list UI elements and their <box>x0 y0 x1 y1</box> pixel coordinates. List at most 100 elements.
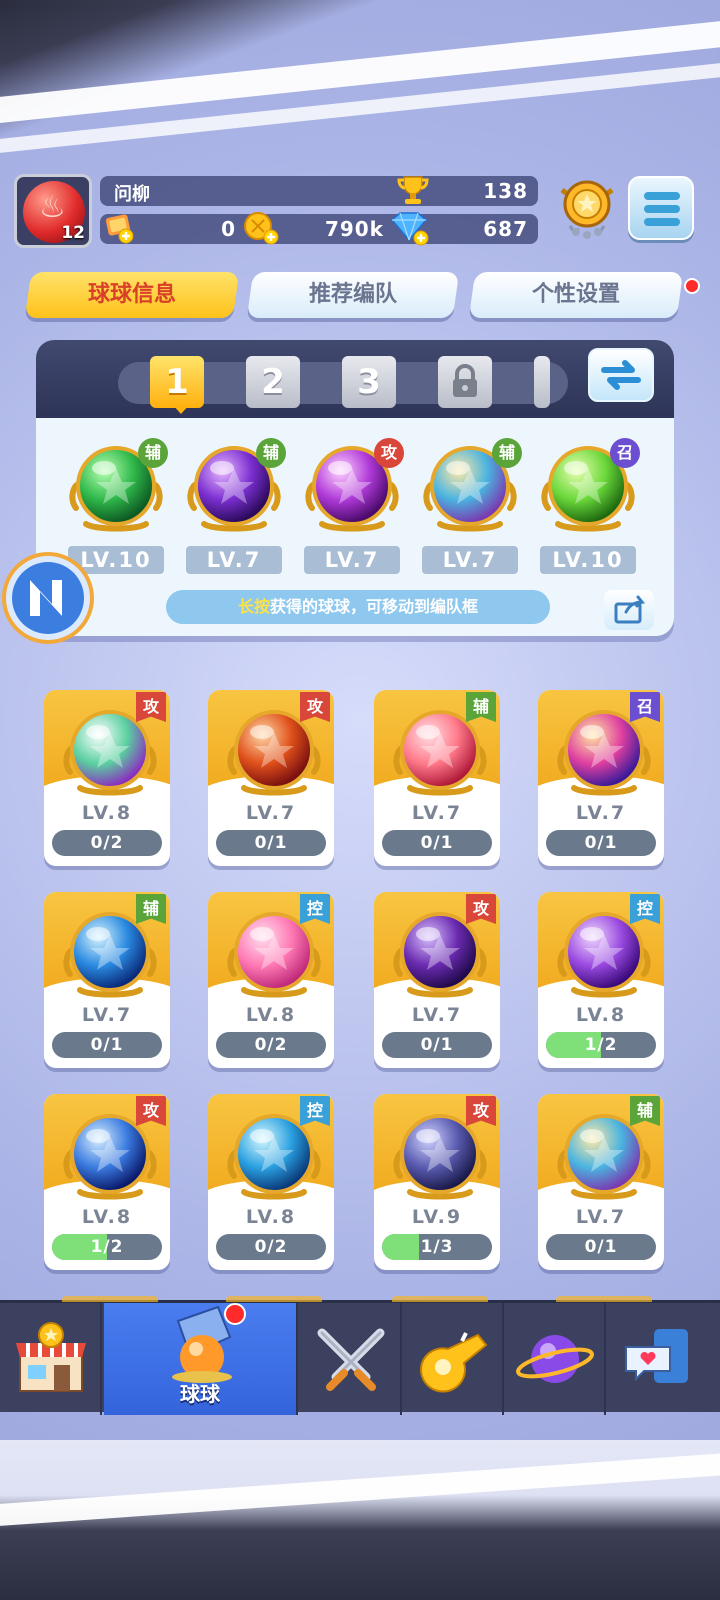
ball-level: LV.8 <box>81 802 133 824</box>
progress-text: 1/2 <box>584 1035 618 1055</box>
team-ball-figures-orb[interactable]: 辅 <box>420 436 522 536</box>
share-icon <box>614 595 646 624</box>
gem-plus-icon[interactable] <box>388 210 430 246</box>
ball-card[interactable]: 辅 LV.7 0/1 <box>374 690 500 866</box>
team-slot-header: 1 2 3 <box>36 340 674 418</box>
nav-shop[interactable] <box>0 1303 102 1415</box>
rank-badge-icon[interactable] <box>556 176 618 242</box>
nav-chat[interactable] <box>606 1303 720 1415</box>
upgrade-progress: 0/2 <box>52 830 162 856</box>
ball-type-tag: 辅 <box>138 438 168 468</box>
planet-icon <box>516 1335 594 1383</box>
player-avatar[interactable]: ♨ 12 <box>14 174 92 248</box>
nav-battle[interactable] <box>300 1303 402 1415</box>
chat-icon <box>625 1329 688 1383</box>
nav-balls-label: 球球 <box>180 1382 220 1406</box>
tab-label: 球球信息 <box>87 282 176 307</box>
tab-ball-info[interactable]: 球球信息 <box>24 272 240 318</box>
upgrade-progress: 0/2 <box>216 1234 326 1260</box>
progress-text: 0/1 <box>420 833 454 853</box>
menu-line <box>644 205 680 213</box>
ball-card[interactable]: 攻 LV.9 1/3 <box>374 1094 500 1270</box>
nav-balls[interactable]: 球球 <box>104 1303 298 1415</box>
flame-icon: ♨ <box>39 190 66 225</box>
ball-level: LV.7 <box>81 1004 133 1026</box>
shop-icon <box>16 1322 86 1392</box>
upgrade-progress: 0/1 <box>216 830 326 856</box>
progress-text: 0/1 <box>90 1035 124 1055</box>
ball-card[interactable]: 控 LV.8 0/2 <box>208 892 334 1068</box>
ball-card[interactable]: 控 LV.8 1/2 <box>538 892 664 1068</box>
notification-dot <box>224 1303 246 1325</box>
hint-text: 获得的球球，可移动到编队框 <box>270 597 479 616</box>
ball-level: LV.7 <box>411 1004 463 1026</box>
tab-label: 推荐编队 <box>308 282 397 307</box>
card-peek <box>226 1296 322 1302</box>
team-ball-level: LV.7 <box>422 546 518 574</box>
team-ball-level: LV.10 <box>540 546 636 574</box>
ticket-plus-icon[interactable] <box>104 210 134 244</box>
team-slot-1[interactable]: 1 <box>150 356 204 408</box>
ball-card[interactable]: 召 LV.7 0/1 <box>538 690 664 866</box>
ball-level: LV.8 <box>81 1206 133 1228</box>
hint-highlight: 长按 <box>237 597 270 616</box>
progress-text: 0/2 <box>254 1237 288 1257</box>
upgrade-progress: 0/1 <box>382 830 492 856</box>
nav-whistle[interactable] <box>402 1303 504 1415</box>
ball-card[interactable]: 攻 LV.7 0/1 <box>374 892 500 1068</box>
trophy-count: 138 <box>483 179 528 203</box>
share-button[interactable] <box>604 590 654 630</box>
floating-assistant-icon[interactable] <box>0 552 96 644</box>
ball-level: LV.7 <box>411 802 463 824</box>
ball-level: LV.8 <box>245 1206 297 1228</box>
progress-text: 0/1 <box>584 1237 618 1257</box>
upgrade-progress: 0/1 <box>52 1032 162 1058</box>
ball-level: LV.8 <box>575 1004 627 1026</box>
tab-personal-settings[interactable]: 个性设置 <box>468 272 684 318</box>
ball-card[interactable]: 攻 LV.7 0/1 <box>208 690 334 866</box>
progress-text: 0/2 <box>254 1035 288 1055</box>
tab-recommended-team[interactable]: 推荐编队 <box>246 272 460 318</box>
notification-dot <box>684 278 700 294</box>
team-ball-purple-leaf-orb[interactable]: 辅 <box>184 436 286 536</box>
menu-button[interactable] <box>628 176 694 240</box>
progress-text: 0/1 <box>254 833 288 853</box>
whistle-icon <box>420 1332 488 1393</box>
tab-label: 个性设置 <box>531 282 620 307</box>
team-ball-green-arrow-orb[interactable]: 辅 <box>66 436 168 536</box>
ball-icon <box>172 1305 232 1383</box>
ball-card[interactable]: 控 LV.8 0/2 <box>208 1094 334 1270</box>
ball-level: LV.7 <box>575 802 627 824</box>
team-slot-locked[interactable] <box>438 356 492 408</box>
ball-level: LV.8 <box>245 1004 297 1026</box>
lock-icon <box>453 364 477 397</box>
nav-planet[interactable] <box>504 1303 606 1415</box>
player-name: 问柳 <box>114 184 150 205</box>
progress-text: 0/2 <box>90 833 124 853</box>
ball-type-tag: 辅 <box>492 438 522 468</box>
ticket-count: 0 <box>221 217 236 241</box>
resource-bar: 0 790k 687 <box>100 212 538 246</box>
card-peek <box>392 1296 488 1302</box>
team-ball-level: LV.7 <box>186 546 282 574</box>
card-peek <box>62 1296 158 1302</box>
player-info-bar[interactable]: 问柳 138 <box>100 176 538 206</box>
ball-card[interactable]: 攻 LV.8 1/2 <box>44 1094 170 1270</box>
team-slot-3[interactable]: 3 <box>342 356 396 408</box>
upgrade-progress: 0/1 <box>546 1234 656 1260</box>
progress-text: 1/3 <box>420 1237 454 1257</box>
ball-card[interactable]: 辅 LV.7 0/1 <box>44 892 170 1068</box>
ball-card[interactable]: 辅 LV.7 0/1 <box>538 1094 664 1270</box>
upgrade-progress: 0/1 <box>546 830 656 856</box>
progress-text: 0/1 <box>420 1035 454 1055</box>
upgrade-progress: 1/2 <box>52 1234 162 1260</box>
coin-plus-icon[interactable] <box>242 210 280 246</box>
team-slot-2[interactable]: 2 <box>246 356 300 408</box>
team-ball-fish-orb[interactable]: 攻 <box>302 436 404 536</box>
ball-level: LV.7 <box>245 802 297 824</box>
progress-text: 0/1 <box>584 833 618 853</box>
team-ball-green-star-orb[interactable]: 召 <box>538 436 640 536</box>
ball-card[interactable]: 攻 LV.8 0/2 <box>44 690 170 866</box>
swap-button[interactable] <box>588 348 654 402</box>
swap-arrows-icon <box>601 360 641 390</box>
